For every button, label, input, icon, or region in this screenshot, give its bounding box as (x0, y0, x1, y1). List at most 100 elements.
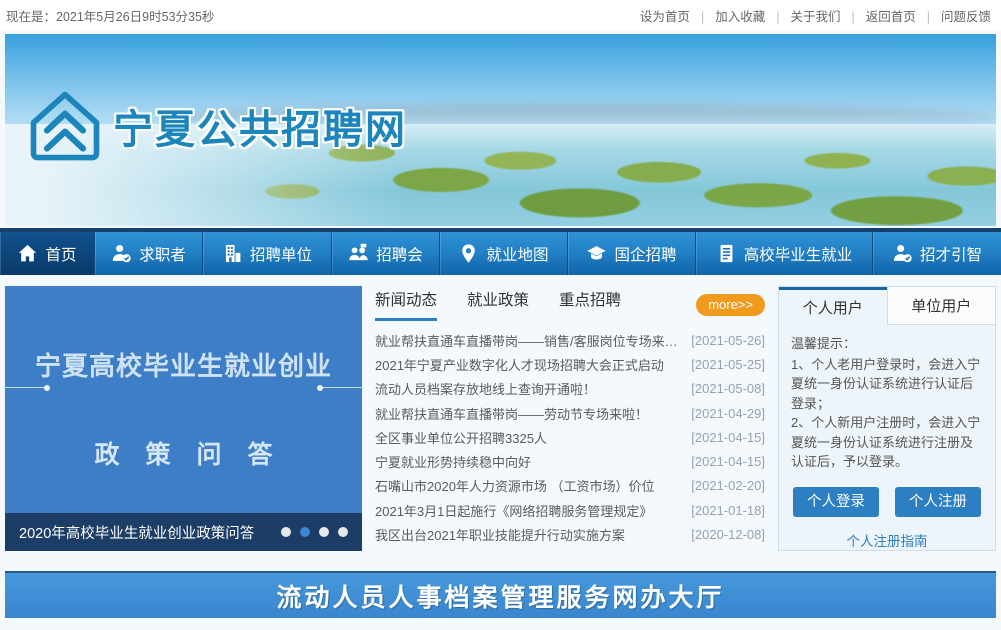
nav-item[interactable]: 招聘单位 (203, 232, 332, 275)
news-item[interactable]: 流动人员档案存放地线上查询开通啦！ [2021-05-08] (375, 377, 765, 401)
top-link[interactable]: 设为首页 (640, 6, 690, 25)
current-time: 现在是：2021年5月26日9时53分35秒 (6, 6, 214, 25)
news-item-title[interactable]: 流动人员档案存放地线上查询开通啦！ (375, 379, 596, 398)
slider-dots (281, 527, 348, 537)
slider-caption-bar: 2020年高校毕业生就业创业政策问答 (5, 513, 362, 551)
home-icon (17, 243, 38, 264)
employer-building-icon (222, 243, 243, 264)
main-nav: 首页 求职者 招聘单位 招聘会 就业地图 国企招聘 高校毕业生就业 招才引智 (0, 228, 1001, 275)
nav-item-label: 国企招聘 (614, 243, 676, 265)
nav-item-label: 招聘单位 (250, 243, 312, 265)
slider-dot[interactable] (300, 527, 310, 537)
news-item[interactable]: 宁夏就业形势持续稳中向好 [2021-04-15] (375, 449, 765, 473)
news-list: 就业帮扶直通车直播带岗——销售/客服岗位专场来啦！ [2021-05-26] 2… (375, 328, 765, 547)
tip-line: 1、个人老用户登录时，会进入宁夏统一身份认证系统进行认证后登录； (791, 355, 983, 414)
decor-line-right (320, 387, 362, 388)
top-links: 设为首页 加入收藏 关于我们 返回首页 问题反馈 (640, 6, 991, 25)
nav-item-label: 就业地图 (486, 243, 548, 265)
news-item-title[interactable]: 全区事业单位公开招聘3325人 (375, 428, 547, 447)
login-tips: 温馨提示： 1、个人老用户登录时，会进入宁夏统一身份认证系统进行认证后登录；2、… (779, 325, 995, 472)
document-icon (716, 243, 737, 264)
news-tab[interactable]: 就业政策 (467, 288, 529, 321)
logo-house-icon (29, 90, 101, 162)
nav-item-label: 招聘会 (376, 243, 423, 265)
news-item[interactable]: 就业帮扶直通车直播带岗——销售/客服岗位专场来啦！ [2021-05-26] (375, 328, 765, 352)
news-item-date: [2021-04-15] (691, 454, 765, 469)
news-item-title[interactable]: 宁夏就业形势持续稳中向好 (375, 452, 531, 471)
bottom-banner[interactable]: 流动人员人事档案管理服务网办大厅 (5, 571, 996, 618)
nav-item[interactable]: 招才引智 (873, 232, 1001, 275)
news-header: 新闻动态就业政策重点招聘 more>> (375, 288, 765, 321)
nav-item[interactable]: 招聘会 (332, 232, 440, 275)
news-item[interactable]: 2021年3月1日起施行《网络招聘服务管理规定》 [2021-01-18] (375, 498, 765, 522)
slider-caption-text[interactable]: 2020年高校毕业生就业创业政策问答 (19, 522, 254, 543)
news-item-title[interactable]: 石嘴山市2020年人力资源市场 （工资市场）价位 (375, 476, 655, 495)
site-name: 宁夏公共招聘网 (113, 97, 407, 155)
news-tab[interactable]: 重点招聘 (559, 288, 621, 321)
slider-dot[interactable] (319, 527, 329, 537)
nav-item[interactable]: 高校毕业生就业 (696, 232, 873, 275)
login-buttons: 个人登录 个人注册 (779, 487, 995, 517)
personal-login-button[interactable]: 个人登录 (793, 487, 879, 517)
talent-check-icon (892, 243, 913, 264)
nav-item-label: 高校毕业生就业 (744, 243, 853, 265)
decor-line-left (5, 387, 47, 388)
nav-item-label: 招才引智 (920, 243, 982, 265)
job-fair-group-icon (348, 243, 369, 264)
news-tab-list: 新闻动态就业政策重点招聘 (375, 288, 651, 321)
news-item-date: [2021-05-08] (691, 381, 765, 396)
nav-item[interactable]: 首页 (0, 232, 95, 275)
nav-item-label: 求职者 (139, 243, 186, 265)
news-item-date: [2020-12-08] (691, 527, 765, 542)
slider-dot[interactable] (281, 527, 291, 537)
news-item-title[interactable]: 2021年3月1日起施行《网络招聘服务管理规定》 (375, 501, 652, 520)
main-content: 宁夏高校毕业生就业创业 政策问答 2020年高校毕业生就业创业政策问答 新闻动态… (5, 286, 996, 551)
login-panel: 个人用户单位用户 温馨提示： 1、个人老用户登录时，会进入宁夏统一身份认证系统进… (778, 286, 996, 551)
login-tab[interactable]: 单位用户 (887, 287, 996, 325)
news-panel: 新闻动态就业政策重点招聘 more>> 就业帮扶直通车直播带岗——销售/客服岗位… (375, 286, 765, 551)
slider-subtitle: 政策问答 (5, 435, 362, 471)
register-guide-link[interactable]: 个人注册指南 (779, 530, 995, 550)
news-item-date: [2021-01-18] (691, 503, 765, 518)
news-tab[interactable]: 新闻动态 (375, 288, 437, 321)
job-seeker-icon (111, 243, 132, 264)
news-item[interactable]: 我区出台2021年职业技能提升行动实施方案 [2020-12-08] (375, 522, 765, 546)
login-tabs: 个人用户单位用户 (779, 287, 995, 325)
nav-item[interactable]: 国企招聘 (568, 232, 696, 275)
news-item[interactable]: 全区事业单位公开招聘3325人 [2021-04-15] (375, 425, 765, 449)
top-link[interactable]: 返回首页 (840, 6, 915, 25)
nav-item-label: 首页 (45, 243, 76, 265)
personal-register-button[interactable]: 个人注册 (895, 487, 981, 517)
site-logo[interactable]: 宁夏公共招聘网 (29, 90, 407, 162)
news-item-title[interactable]: 就业帮扶直通车直播带岗——销售/客服岗位专场来啦！ (375, 331, 681, 350)
top-link[interactable]: 加入收藏 (690, 6, 765, 25)
more-button[interactable]: more>> (696, 294, 765, 316)
header-banner: 宁夏公共招聘网 (5, 34, 996, 226)
slider-title: 宁夏高校毕业生就业创业 (5, 346, 362, 383)
tips-title: 温馨提示： (791, 334, 983, 354)
news-item[interactable]: 就业帮扶直通车直播带岗——劳动节专场来啦！ [2021-04-29] (375, 401, 765, 425)
news-item[interactable]: 2021年宁夏产业数字化人才现场招聘大会正式启动 [2021-05-25] (375, 352, 765, 376)
news-item-date: [2021-05-26] (691, 333, 765, 348)
nav-item[interactable]: 就业地图 (440, 232, 568, 275)
top-link[interactable]: 问题反馈 (916, 6, 991, 25)
top-link[interactable]: 关于我们 (765, 6, 840, 25)
news-item-title[interactable]: 我区出台2021年职业技能提升行动实施方案 (375, 525, 625, 544)
graduation-cap-icon (586, 243, 607, 264)
news-item-title[interactable]: 就业帮扶直通车直播带岗——劳动节专场来啦！ (375, 404, 648, 423)
news-item-date: [2021-04-15] (691, 430, 765, 445)
slider-dot[interactable] (338, 527, 348, 537)
news-item-date: [2021-04-29] (691, 406, 765, 421)
tip-line: 2、个人新用户注册时，会进入宁夏统一身份认证系统进行注册及认证后，予以登录。 (791, 413, 983, 472)
map-pin-icon (458, 243, 479, 264)
news-item-date: [2021-02-20] (691, 478, 765, 493)
hero-slider[interactable]: 宁夏高校毕业生就业创业 政策问答 2020年高校毕业生就业创业政策问答 (5, 286, 362, 551)
nav-item[interactable]: 求职者 (95, 232, 203, 275)
login-tab[interactable]: 个人用户 (779, 287, 887, 325)
news-item-date: [2021-05-25] (691, 357, 765, 372)
news-item[interactable]: 石嘴山市2020年人力资源市场 （工资市场）价位 [2021-02-20] (375, 474, 765, 498)
bottom-banner-title: 流动人员人事档案管理服务网办大厅 (276, 578, 724, 614)
top-bar: 现在是：2021年5月26日9时53分35秒 设为首页 加入收藏 关于我们 返回… (0, 0, 1001, 30)
tips-lines: 1、个人老用户登录时，会进入宁夏统一身份认证系统进行认证后登录；2、个人新用户注… (791, 355, 983, 472)
news-item-title[interactable]: 2021年宁夏产业数字化人才现场招聘大会正式启动 (375, 355, 664, 374)
